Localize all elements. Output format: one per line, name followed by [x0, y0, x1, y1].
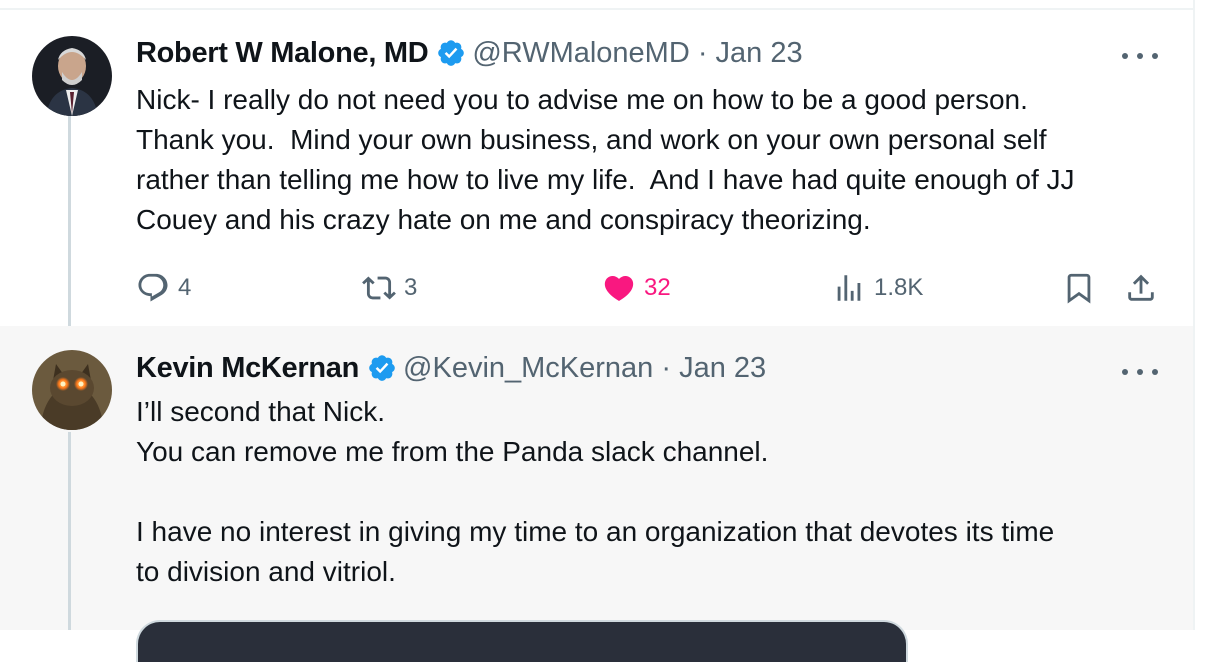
- tweet-text: I’ll second that Nick. You can remove me…: [136, 396, 1055, 587]
- verified-badge-icon[interactable]: [367, 353, 397, 383]
- embedded-media-card[interactable]: [136, 620, 908, 662]
- handle-and-date[interactable]: @RWMaloneMD · Jan 23: [472, 37, 802, 70]
- more-icon[interactable]: [1122, 46, 1158, 66]
- views-button[interactable]: 1.8K: [832, 270, 923, 306]
- heart-icon: [602, 271, 636, 305]
- author-name[interactable]: Robert W Malone, MD: [136, 37, 429, 70]
- reply-icon: [136, 271, 170, 305]
- repost-icon: [362, 271, 396, 305]
- repost-button[interactable]: 3: [362, 270, 417, 306]
- like-count: 32: [644, 274, 671, 301]
- views-icon: [832, 271, 866, 305]
- more-icon[interactable]: [1122, 362, 1158, 382]
- avatar[interactable]: [32, 350, 112, 430]
- handle-and-date[interactable]: @Kevin_McKernan · Jan 23: [403, 352, 766, 385]
- share-button[interactable]: [1124, 270, 1158, 306]
- thread-connector-line: [68, 432, 71, 630]
- tweet-actions: 4 3 32 1.8K: [136, 270, 1176, 306]
- reply-count: 4: [178, 274, 192, 301]
- share-icon: [1124, 271, 1158, 305]
- avatar[interactable]: [32, 36, 112, 116]
- tweet-kevin-mckernan[interactable]: Kevin McKernan @Kevin_McKernan · Jan 23 …: [0, 326, 1193, 662]
- thread-connector-line: [68, 116, 71, 326]
- repost-count: 3: [404, 274, 418, 301]
- right-divider: [1193, 0, 1195, 630]
- views-count: 1.8K: [874, 274, 924, 301]
- reply-button[interactable]: 4: [136, 270, 191, 306]
- tweet-header: Kevin McKernan @Kevin_McKernan · Jan 23: [136, 348, 766, 388]
- like-button[interactable]: 32: [602, 270, 671, 306]
- verified-badge-icon[interactable]: [436, 38, 466, 68]
- tweet-robert-malone[interactable]: Robert W Malone, MD @RWMaloneMD · Jan 23…: [0, 10, 1193, 326]
- tweet-header: Robert W Malone, MD @RWMaloneMD · Jan 23: [136, 33, 803, 73]
- bookmark-button[interactable]: [1062, 270, 1096, 306]
- tweet-text: Nick- I really do not need you to advise…: [136, 84, 1075, 235]
- bookmark-icon: [1062, 271, 1096, 305]
- author-name[interactable]: Kevin McKernan: [136, 352, 359, 385]
